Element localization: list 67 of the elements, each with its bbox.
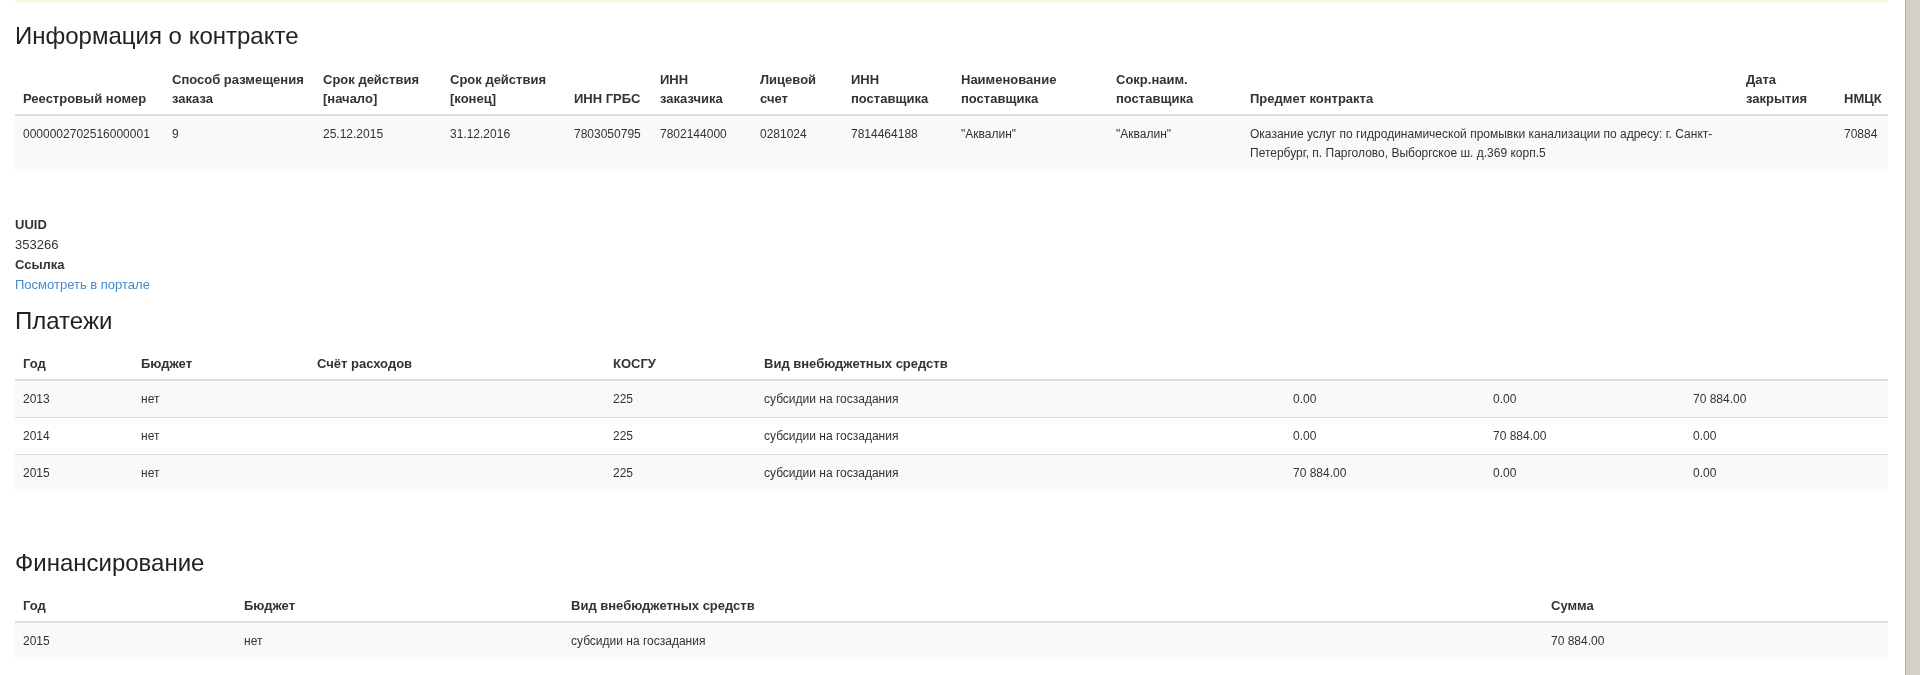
table-cell: 0.00 [1493,466,1517,480]
column-header: Вид внебюджетных средств [764,356,948,371]
column-header: НМЦК [1844,91,1882,106]
table-cell: 0.00 [1293,429,1317,443]
table-cell: 0.00 [1693,466,1717,480]
table-cell: 9 [172,127,179,141]
column-header: ИНН ГРБС [574,91,641,106]
scrollbar[interactable] [1905,0,1920,675]
column-header: Способ размещения заказа [172,72,304,106]
table-cell: "Аквалин" [1116,127,1172,141]
table-cell: 225 [613,429,634,443]
table-cell: нет [244,634,263,648]
table-cell: субсидии на госзадания [764,466,899,480]
table-cell: 7803050795 [574,127,641,141]
table-cell: 70 884.00 [1493,429,1547,443]
table-cell: 7802144000 [660,127,727,141]
table-cell: 70 884.00 [1293,466,1347,480]
table-cell: 25.12.2015 [323,127,384,141]
table-cell: 2013 [23,392,50,406]
table-cell: 2014 [23,429,50,443]
column-header: Бюджет [141,356,192,371]
table-cell: нет [141,429,160,443]
column-header: Дата закрытия [1746,72,1807,106]
column-header: Бюджет [244,598,295,613]
column-header: Срок действия [конец] [450,72,547,106]
table-cell: 0000002702516000001 [23,127,150,141]
column-header: Предмет контракта [1250,91,1374,106]
table-cell: 2015 [23,634,50,648]
table-cell: 2015 [23,466,50,480]
portal-link[interactable]: Посмотреть в портале [15,277,150,292]
column-header: Год [23,598,46,613]
table-cell: Оказание услуг по гидродинамической промывки канализации по адресу: г. Санкт-Петербург, п. Парголово, Выборгское ш. д.369 корп.5 [1250,127,1713,160]
column-header: КОСГУ [613,356,656,371]
table-cell: 0.00 [1293,392,1317,406]
column-header: Вид внебюджетных средств [571,598,755,613]
column-header: Счёт расходов [317,356,413,371]
table-cell: 0281024 [760,127,807,141]
table-cell: 31.12.2016 [450,127,511,141]
section-title: Финансирование [15,549,206,577]
column-header: Год [23,356,46,371]
section-title: Информация о контракте [15,22,300,50]
table-cell: 225 [613,392,634,406]
table-cell: 225 [613,466,634,480]
column-header: Сумма [1551,598,1594,613]
table-cell: субсидии на госзадания [571,634,706,648]
column-header: Сокр.наим. поставщика [1116,72,1194,106]
table-cell: "Аквалин" [961,127,1017,141]
table-cell: 7814464188 [851,127,918,141]
table-cell: 70 884.00 [1551,634,1605,648]
column-header: ИНН поставщика [851,72,929,106]
table-cell: 0.00 [1493,392,1517,406]
table-cell: 70 884.00 [1693,392,1747,406]
column-header: Наименование поставщика [961,72,1057,106]
table-cell: 70884 [1844,127,1878,141]
table-cell: субсидии на госзадания [764,429,899,443]
table-cell: нет [141,466,160,480]
column-header: Лицевой счет [760,72,817,106]
section-title: Платежи [15,307,114,335]
column-header: ИНН заказчика [660,72,723,106]
column-header: Реестровый номер [23,91,147,106]
table-cell: субсидии на госзадания [764,392,899,406]
field-label: UUID [15,216,48,234]
table-cell: нет [141,392,160,406]
column-header: Срок действия [начало] [323,72,420,106]
table-cell: 0.00 [1693,429,1717,443]
field-value: 353266 [15,237,59,252]
field-label: Ссылка [15,256,66,274]
